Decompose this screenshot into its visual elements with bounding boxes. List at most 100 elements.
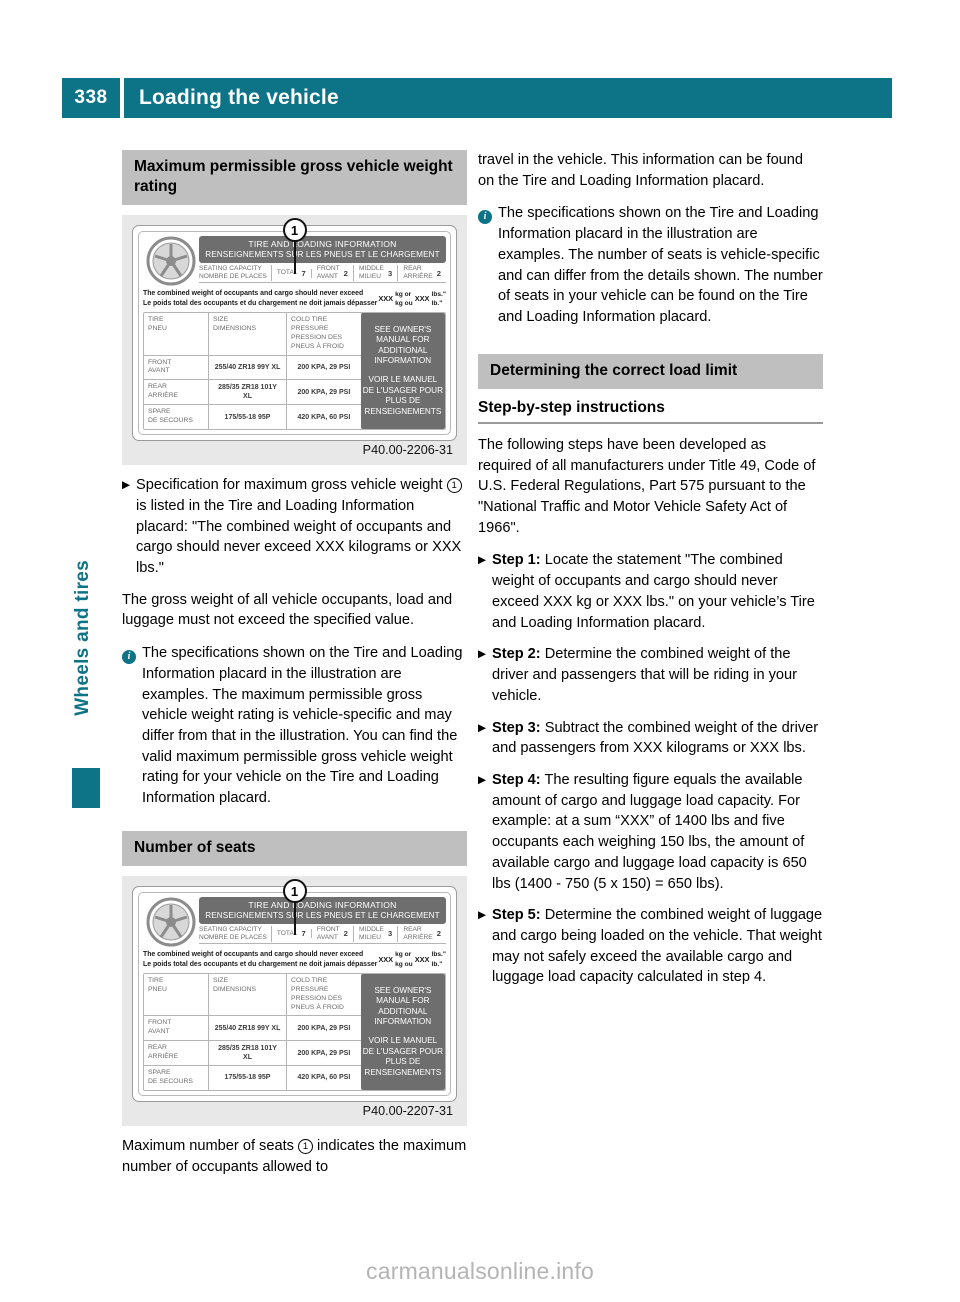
info-icon: i: [122, 643, 142, 809]
step-item: ▶ Step 4: The resulting figure equals th…: [478, 770, 823, 894]
table-header-row: TIRE PNEU SIZE DIMENSIONS COLD TIRE PRES…: [144, 313, 361, 356]
triangle-bullet-icon: ▶: [478, 909, 487, 922]
table-row: REAR ARRIÈRE 285/35 ZR18 101Y XL 200 KPA…: [144, 380, 361, 406]
bullet-specification: ▶ Specification for maximum gross vehicl…: [122, 475, 467, 579]
subheading-step-by-step: Step-by-step instructions: [478, 399, 823, 424]
triangle-bullet-icon: ▶: [478, 648, 487, 661]
section-heading-max-weight: Maximum permissible gross vehicle weight…: [122, 150, 467, 206]
callout-marker-1: 1: [282, 218, 307, 275]
seating-cell-middle: MIDDLE MILIEU 3: [354, 264, 399, 282]
seating-label-en: SEATING CAPACITY: [199, 925, 262, 933]
callout-number: 1: [282, 879, 307, 904]
seating-label-en: SEATING CAPACITY: [199, 264, 262, 272]
seating-label-fr: NOMBRE DE PLACES: [199, 273, 267, 280]
seating-cell-total: TOTAL 7: [272, 268, 312, 278]
combined-value-kg: XXX: [378, 954, 394, 964]
step-label: Step 3:: [492, 719, 541, 736]
paragraph-gross-weight: The gross weight of all vehicle occupant…: [122, 591, 453, 629]
step-label: Step 4:: [492, 771, 541, 788]
callout-stem: [293, 242, 296, 275]
step-label: Step 1:: [492, 552, 541, 569]
combined-weight-statement: The combined weight of occupants and car…: [143, 290, 446, 308]
placard-band-en: TIRE AND LOADING INFORMATION: [248, 900, 397, 911]
placard-illustration-1: 1 TIRE AND LOADING INFORMATION RENSEIGNE…: [132, 218, 457, 442]
step-label: Step 2:: [492, 646, 541, 663]
seating-capacity-row: SEATING CAPACITY NOMBRE DE PLACES TOTAL …: [199, 264, 446, 284]
combined-line-fr: Le poids total des occupants et du charg…: [143, 961, 378, 969]
section-heading-load-limit: Determining the correct load limit: [478, 353, 823, 389]
table-header-row: TIRE PNEU SIZE DIMENSIONS COLD TIRE PRES…: [144, 974, 361, 1017]
tire-pressure-table: TIRE PNEU SIZE DIMENSIONS COLD TIRE PRES…: [143, 973, 446, 1091]
step-item: ▶ Step 3: Subtract the combined weight o…: [478, 718, 823, 759]
table-row: SPARE DE SECOURS 175/55-18 95P 420 KPA, …: [144, 405, 361, 430]
combined-weight-statement: The combined weight of occupants and car…: [143, 951, 446, 969]
owner-manual-panel: SEE OWNER'S MANUAL FOR ADDITIONAL INFORM…: [360, 974, 445, 1090]
step-item: ▶ Step 2: Determine the combined weight …: [478, 644, 823, 706]
placard-band-en: TIRE AND LOADING INFORMATION: [248, 239, 397, 250]
section-heading-number-of-seats: Number of seats: [122, 830, 467, 867]
chapter-side-tab-label: Wheels and tires: [72, 560, 93, 716]
table-row: REAR ARRIÈRE 285/35 ZR18 101Y XL 200 KPA…: [144, 1040, 361, 1067]
figure-tire-placard-2: 1 TIRE AND LOADING INFORMATION RENSEIGNE…: [122, 876, 467, 1126]
seating-cell-front: FRONT AVANT 2: [312, 925, 354, 942]
triangle-bullet-icon: ▶: [122, 479, 131, 492]
chapter-side-tab: Wheels and tires: [66, 560, 100, 808]
combined-value-lbs: XXX: [414, 954, 430, 964]
table-row: SPARE DE SECOURS 175/55-18 95P 420 KPA, …: [144, 1066, 361, 1090]
page-number: 338: [62, 78, 120, 118]
callout-stem: [293, 903, 296, 936]
step-item: ▶ Step 5: Determine the combined weight …: [478, 905, 823, 988]
placard-band-fr: RENSEIGNEMENTS SUR LES PNEUS ET LE CHARG…: [205, 910, 440, 920]
owner-manual-en: SEE OWNER'S MANUAL FOR ADDITIONAL INFORM…: [374, 324, 432, 366]
triangle-bullet-icon: ▶: [478, 554, 487, 567]
tire-pressure-table: TIRE PNEU SIZE DIMENSIONS COLD TIRE PRES…: [143, 312, 446, 431]
wheel-icon: [143, 236, 199, 286]
site-watermark: carmanualsonline.info: [366, 1258, 594, 1284]
page-header: 338 Loading the vehicle: [62, 78, 892, 118]
inline-callout-1: 1: [298, 1138, 313, 1154]
seating-cell-front: FRONT AVANT 2: [312, 264, 354, 282]
placard-title-band: TIRE AND LOADING INFORMATION RENSEIGNEME…: [199, 897, 446, 924]
seating-cell-rear: REAR ARRIÈRE 2: [403, 264, 441, 280]
step-label: Step 5:: [492, 907, 541, 924]
info-note-number-of-seats: i The specifications shown on the Tire a…: [478, 203, 823, 327]
figure-caption: P40.00-2207-31: [362, 1103, 453, 1118]
step-item: ▶ Step 1: Locate the statement "The comb…: [478, 550, 823, 633]
seating-cell-rear: REAR ARRIÈRE 2: [403, 925, 441, 941]
placard-band-fr: RENSEIGNEMENTS SUR LES PNEUS ET LE CHARG…: [205, 249, 440, 259]
info-note-max-weight: i The specifications shown on the Tire a…: [122, 643, 467, 809]
combined-line-en: The combined weight of occupants and car…: [143, 290, 364, 298]
seating-label-fr: NOMBRE DE PLACES: [199, 933, 267, 941]
callout-number: 1: [282, 218, 307, 243]
combined-value-lbs: XXX: [414, 293, 430, 303]
figure-tire-placard-1: 1 TIRE AND LOADING INFORMATION RENSEIGNE…: [122, 215, 467, 466]
table-row: FRONT AVANT 255/40 ZR18 99Y XL 200 KPA, …: [144, 355, 361, 381]
owner-manual-fr: VOIR LE MANUEL DE L'USAGER POUR PLUS DE …: [362, 1036, 444, 1077]
chapter-side-tab-marker: [72, 768, 100, 808]
triangle-bullet-icon: ▶: [478, 773, 487, 786]
callout-marker-1: 1: [282, 879, 307, 936]
left-column: Maximum permissible gross vehicle weight…: [122, 150, 467, 1189]
figure-caption: P40.00-2206-31: [362, 443, 453, 458]
seating-capacity-row: SEATING CAPACITY NOMBRE DE PLACES TOTAL …: [199, 925, 446, 944]
placard-title-band: TIRE AND LOADING INFORMATION RENSEIGNEME…: [199, 236, 446, 263]
owner-manual-fr: VOIR LE MANUEL DE L'USAGER POUR PLUS DE …: [362, 375, 444, 416]
wheel-icon: [143, 897, 199, 947]
seating-cell-middle: MIDDLE MILIEU 3: [354, 925, 399, 942]
paragraph-max-seats: Maximum number of seats 1 indicates the …: [122, 1137, 467, 1175]
right-column: travel in the vehicle. This information …: [478, 150, 823, 999]
owner-manual-en: SEE OWNER'S MANUAL FOR ADDITIONAL INFORM…: [374, 985, 432, 1027]
inline-callout-1: 1: [446, 478, 462, 494]
placard-illustration-2: 1 TIRE AND LOADING INFORMATION RENSEIGNE…: [132, 879, 457, 1102]
info-icon: i: [478, 203, 498, 327]
owner-manual-panel: SEE OWNER'S MANUAL FOR ADDITIONAL INFORM…: [360, 313, 445, 430]
combined-line-en: The combined weight of occupants and car…: [143, 951, 364, 959]
seating-cell-total: TOTAL 7: [272, 929, 312, 939]
table-row: FRONT AVANT 255/40 ZR18 99Y XL 200 KPA, …: [144, 1016, 361, 1041]
triangle-bullet-icon: ▶: [478, 721, 487, 734]
paragraph-regulations: The following steps have been developed …: [478, 436, 816, 536]
paragraph-travel-in-vehicle: travel in the vehicle. This information …: [478, 152, 804, 189]
combined-value-kg: XXX: [378, 293, 394, 303]
page-title: Loading the vehicle: [124, 78, 892, 118]
combined-line-fr: Le poids total des occupants et du charg…: [143, 300, 378, 308]
